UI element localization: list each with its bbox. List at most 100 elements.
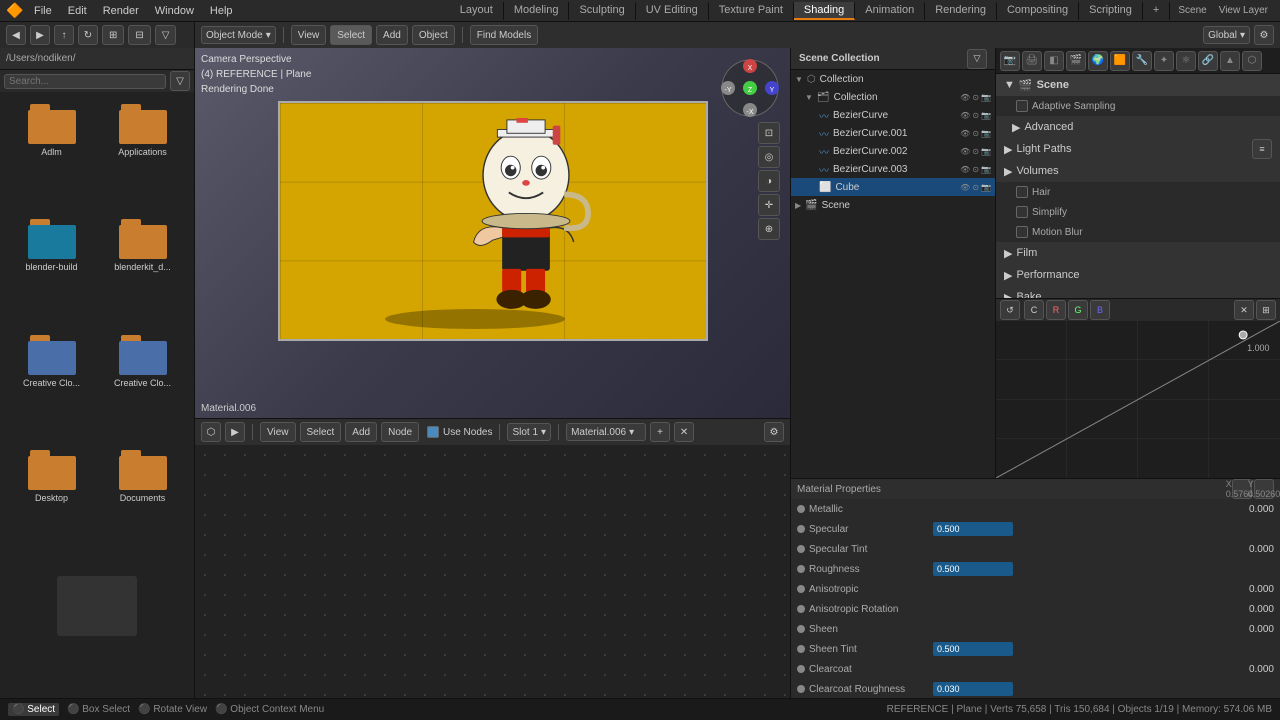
view-btn[interactable]: View — [291, 25, 327, 45]
add-btn[interactable]: Add — [376, 25, 408, 45]
motion-blur-row[interactable]: Motion Blur — [996, 222, 1280, 242]
outliner-item-cube[interactable]: ⬜ Cube 👁 ⊙ 📷 — [791, 178, 995, 196]
node-editor-type-icon[interactable]: ⬡ — [201, 422, 221, 442]
curves-expand-icon[interactable]: ⊞ — [1256, 300, 1276, 320]
render-icon[interactable]: 📷 — [1000, 51, 1020, 71]
bake-header[interactable]: ▶ Bake — [996, 286, 1280, 298]
perspective-icon[interactable]: ⊡ — [758, 122, 780, 144]
file-item-desktop[interactable]: Desktop — [8, 446, 95, 557]
parent-btn[interactable]: ↑ — [54, 25, 74, 45]
filter-icon[interactable]: ▽ — [170, 71, 190, 91]
output-icon[interactable]: 🖨 — [1022, 51, 1042, 71]
channel-b-btn[interactable]: B — [1090, 300, 1110, 320]
outliner-item-beziercurve003[interactable]: 〰 BezierCurve.003 👁 ⊙ 📷 — [791, 160, 995, 178]
film-header[interactable]: ▶ Film — [996, 242, 1280, 264]
channel-r-btn[interactable]: R — [1046, 300, 1066, 320]
volumes-header[interactable]: ▶ Volumes — [996, 160, 1280, 182]
back-btn[interactable]: ◀ — [6, 25, 26, 45]
outliner-item-beziercurve002[interactable]: 〰 BezierCurve.002 👁 ⊙ 📷 — [791, 142, 995, 160]
shading-icon[interactable]: ◑ — [758, 170, 780, 192]
tab-modeling[interactable]: Modeling — [504, 2, 570, 20]
physics-icon[interactable]: ⚛ — [1176, 51, 1196, 71]
tab-uv-editing[interactable]: UV Editing — [636, 2, 709, 20]
search-input[interactable] — [4, 74, 166, 89]
tab-animation[interactable]: Animation — [855, 2, 925, 20]
viewport-settings-icon[interactable]: ⚙ — [1254, 25, 1274, 45]
advanced-header[interactable]: ▶ Advanced — [996, 116, 1280, 138]
tab-compositing[interactable]: Compositing — [997, 2, 1079, 20]
tab-sculpting[interactable]: Sculpting — [569, 2, 635, 20]
file-item-documents[interactable]: Documents — [99, 446, 186, 557]
new-material-icon[interactable]: + — [650, 422, 670, 442]
node-editor-mode-icon[interactable]: ▶ — [225, 422, 245, 442]
cursor-icon[interactable]: ✛ — [758, 194, 780, 216]
menu-render[interactable]: Render — [95, 3, 147, 19]
menu-edit[interactable]: Edit — [60, 3, 95, 19]
curve-canvas[interactable]: 1.000 — [996, 321, 1280, 478]
slot-dropdown[interactable]: Slot 1 ▾ — [507, 423, 551, 441]
tab-shading[interactable]: Shading — [794, 2, 855, 20]
object-mode-dropdown[interactable]: Object Mode ▾ — [201, 26, 276, 44]
file-item-blender-build[interactable]: blender-build — [8, 215, 95, 326]
node-add-btn[interactable]: Add — [345, 422, 377, 442]
channel-c-btn[interactable]: C — [1024, 300, 1044, 320]
constraints-icon[interactable]: 🔗 — [1198, 51, 1218, 71]
outliner-item-scene-collection[interactable]: ▼ ⬡ Collection — [791, 70, 995, 88]
adaptive-sampling-row[interactable]: Adaptive Sampling — [996, 96, 1280, 116]
material-icon[interactable]: ⬡ — [1242, 51, 1262, 71]
outliner-item-scene[interactable]: ▶ 🎬 Scene — [791, 196, 995, 214]
tab-texture-paint[interactable]: Texture Paint — [709, 2, 794, 20]
node-node-btn[interactable]: Node — [381, 422, 419, 442]
hair-row[interactable]: Hair — [996, 182, 1280, 202]
outliner-filter-icon[interactable]: ▽ — [967, 49, 987, 69]
forward-btn[interactable]: ▶ — [30, 25, 50, 45]
sheen-tint-bar[interactable]: 0.500 — [933, 642, 1013, 656]
scene-section-header[interactable]: ▼ 🎬 Scene — [996, 74, 1280, 96]
view-mode-btn[interactable]: ⊞ — [102, 25, 124, 45]
adaptive-sampling-checkbox[interactable] — [1016, 100, 1028, 112]
outliner-item-beziercurve001[interactable]: 〰 BezierCurve.001 👁 ⊙ 📷 — [791, 124, 995, 142]
menu-help[interactable]: Help — [202, 3, 241, 19]
simplify-row[interactable]: Simplify — [996, 202, 1280, 222]
node-settings-icon[interactable]: ⚙ — [764, 422, 784, 442]
menu-window[interactable]: Window — [147, 3, 202, 19]
file-item-adlm[interactable]: Adlm — [8, 100, 95, 211]
object-btn[interactable]: Object — [412, 25, 455, 45]
performance-header[interactable]: ▶ Performance — [996, 264, 1280, 286]
material-dropdown[interactable]: Material.006 ▾ — [566, 423, 646, 441]
use-nodes-toggle[interactable]: Use Nodes — [427, 426, 492, 438]
outliner-item-beziercurve[interactable]: 〰 BezierCurve 👁 ⊙ 📷 — [791, 106, 995, 124]
tab-rendering[interactable]: Rendering — [925, 2, 997, 20]
file-item-apps[interactable]: Applications — [99, 100, 186, 211]
filter-btn[interactable]: ⊟ — [128, 25, 150, 45]
world-icon[interactable]: 🌍 — [1088, 51, 1108, 71]
node-select-btn[interactable]: Select — [300, 422, 342, 442]
object-props-icon[interactable]: 🟧 — [1110, 51, 1130, 71]
tab-layout[interactable]: Layout — [450, 2, 504, 20]
file-item-creative1[interactable]: Creative Clo... — [8, 331, 95, 442]
sort-btn[interactable]: ▽ — [155, 25, 177, 45]
modifier-icon[interactable]: 🔧 — [1132, 51, 1152, 71]
outliner-item-collection[interactable]: ▼ 🗂 Collection 👁 ⊙ 📷 — [791, 88, 995, 106]
channel-g-btn[interactable]: G — [1068, 300, 1088, 320]
light-paths-header[interactable]: ▶ Light Paths ≡ — [996, 138, 1280, 160]
node-view-btn[interactable]: View — [260, 422, 296, 442]
menu-file[interactable]: File — [26, 3, 60, 19]
clearcoat-roughness-bar[interactable]: 0.030 — [933, 682, 1013, 696]
node-canvas[interactable] — [195, 445, 790, 698]
scene-props-icon[interactable]: 🎬 — [1066, 51, 1086, 71]
global-dropdown[interactable]: Global ▾ — [1203, 26, 1250, 44]
tab-scripting[interactable]: Scripting — [1079, 2, 1143, 20]
view-layer-icon[interactable]: ◧ — [1044, 51, 1064, 71]
data-icon[interactable]: ▲ — [1220, 51, 1240, 71]
curves-reset-icon[interactable]: ↺ — [1000, 300, 1020, 320]
select-btn[interactable]: Select — [330, 25, 372, 45]
motion-blur-checkbox[interactable] — [1016, 226, 1028, 238]
nav-gizmo[interactable]: X Y -X -Y Z — [720, 58, 780, 118]
find-models-btn[interactable]: Find Models — [470, 25, 538, 45]
refresh-btn[interactable]: ↻ — [78, 25, 98, 45]
file-item-creative2[interactable]: Creative Clo... — [99, 331, 186, 442]
curves-close-icon[interactable]: ✕ — [1234, 300, 1254, 320]
specular-bar[interactable]: 0.500 — [933, 522, 1013, 536]
scene-selector[interactable]: Scene — [1178, 5, 1206, 16]
